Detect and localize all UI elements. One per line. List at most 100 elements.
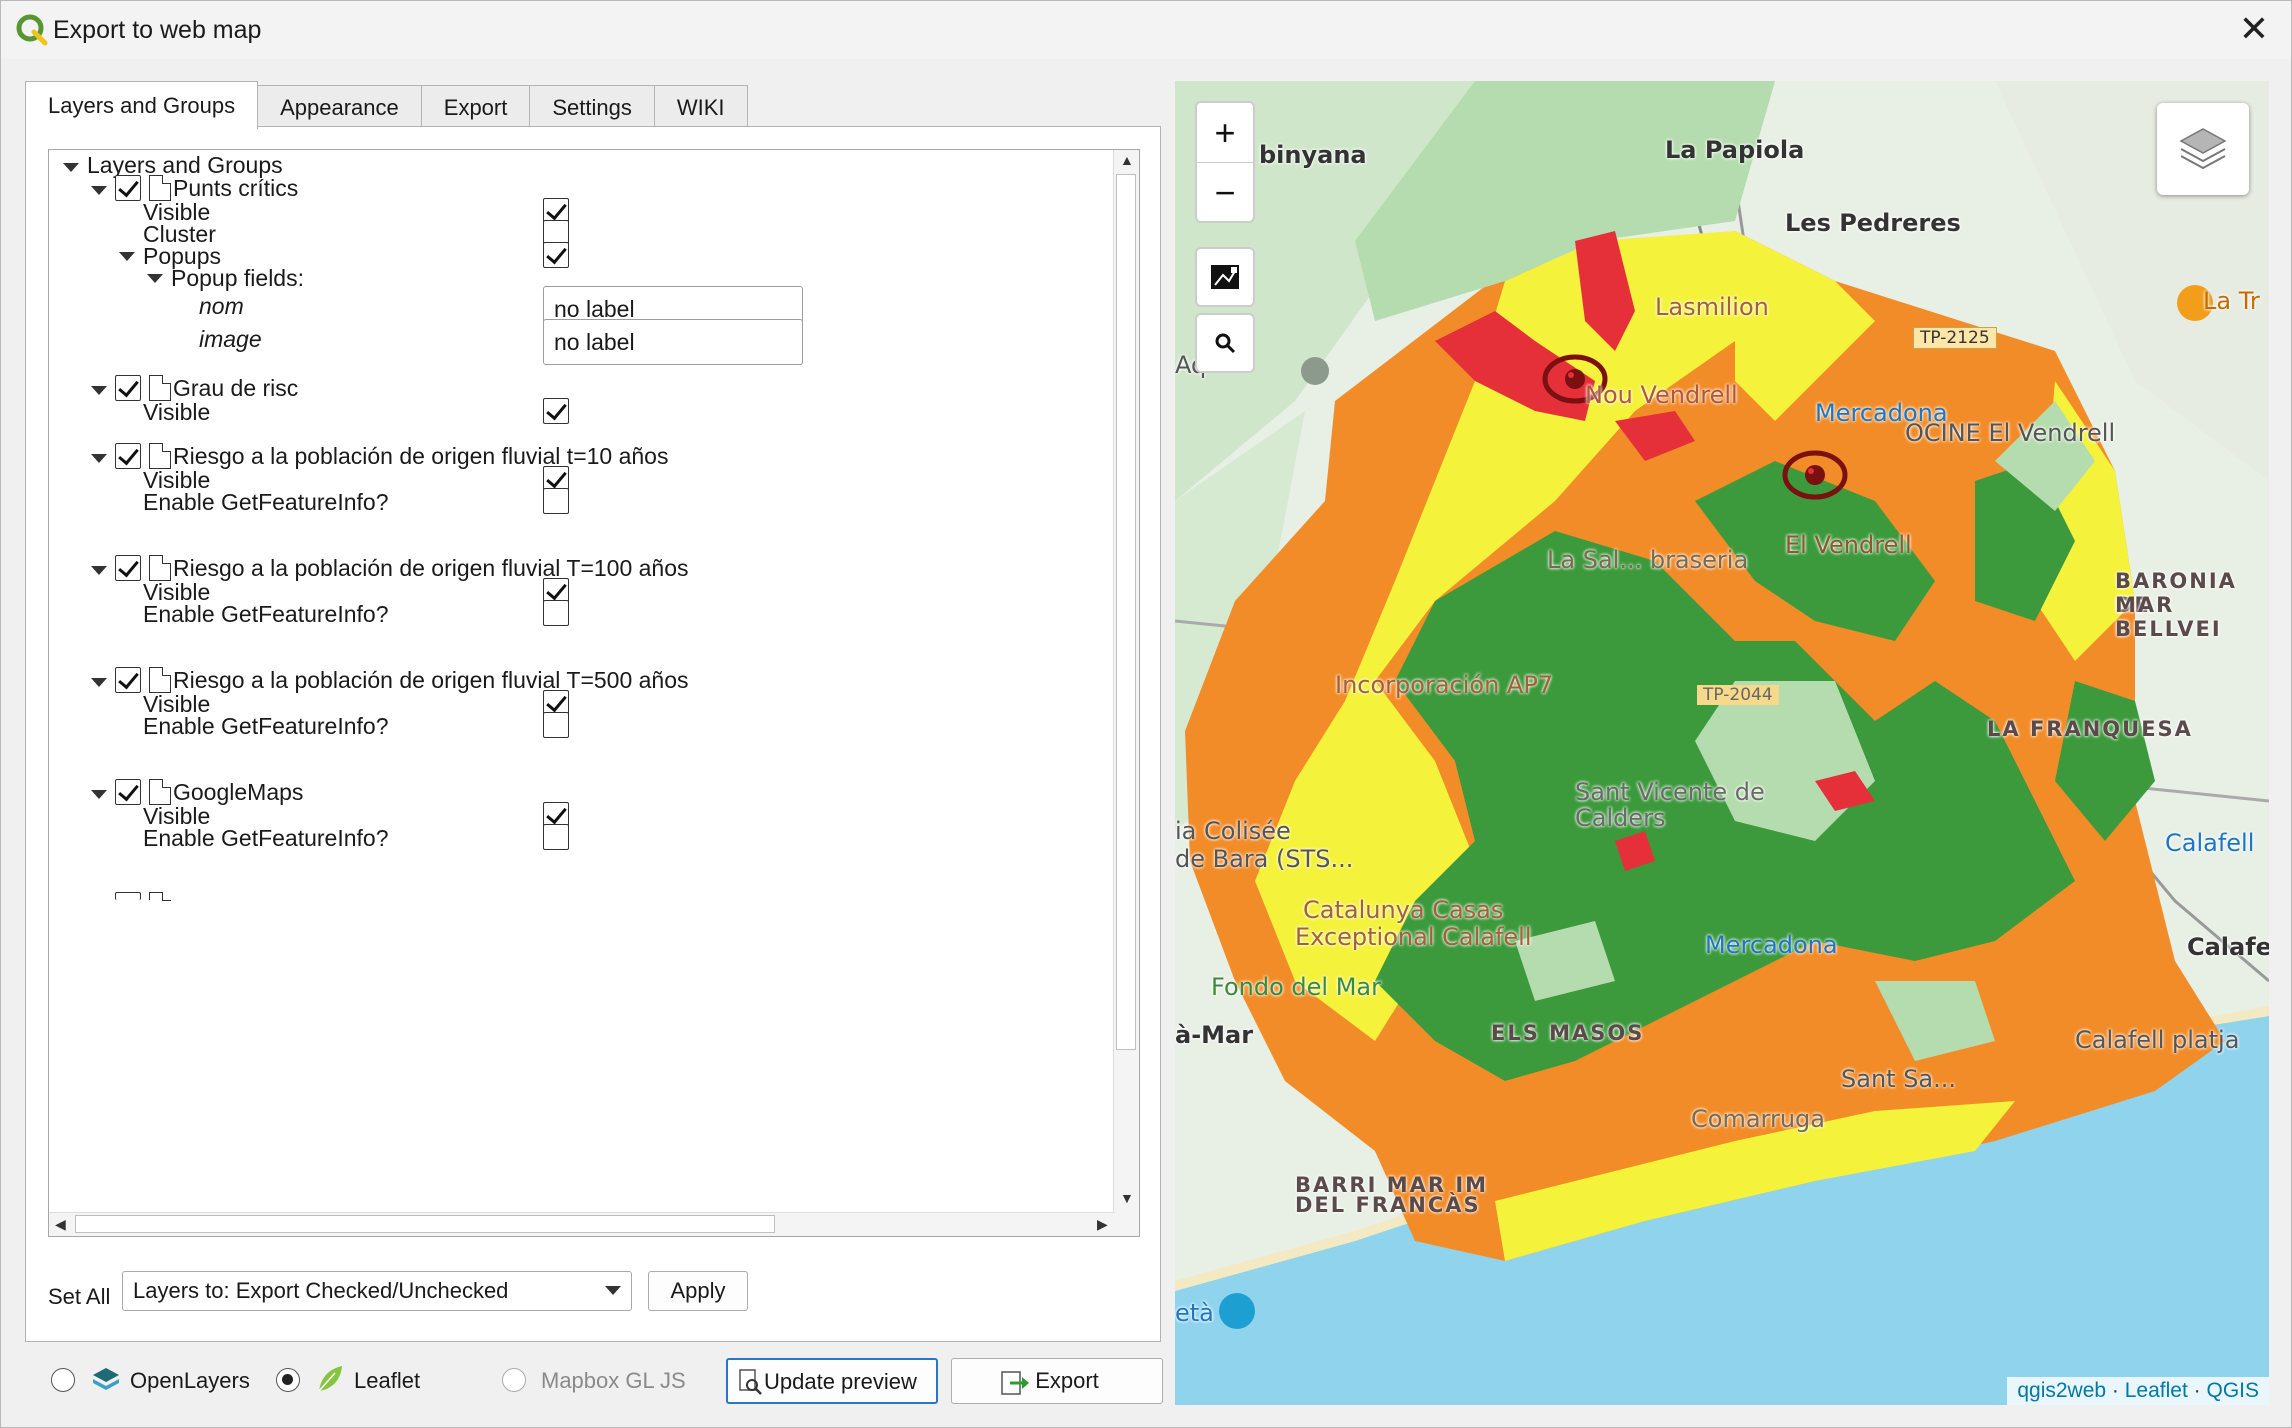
- search-icon: [1215, 333, 1236, 354]
- set-all-combo-value: Layers to: Export Checked/Unchecked: [133, 1278, 509, 1303]
- getfeatureinfo-checkbox[interactable]: [543, 600, 569, 626]
- visible-checkbox[interactable]: [543, 398, 569, 424]
- map-label: La Papiola: [1665, 136, 1805, 164]
- map-label: Calafe: [2187, 933, 2269, 961]
- map-label: Incorporación AP7: [1335, 671, 1554, 699]
- map-preview[interactable]: binyana La Papiola Les Pedreres La Tr Aq…: [1175, 81, 2269, 1405]
- map-label: età: [1175, 1299, 1214, 1327]
- scroll-right-arrow-icon[interactable]: ▶: [1097, 1216, 1108, 1233]
- scroll-down-arrow-icon[interactable]: ▼: [1120, 1190, 1134, 1206]
- map-label: de Bara (STS...: [1175, 845, 1354, 873]
- map-label: Les Pedreres: [1785, 209, 1961, 237]
- mapbox-label: Mapbox GL JS: [541, 1368, 686, 1393]
- search-button[interactable]: [1195, 313, 1255, 373]
- map-label: à-Mar: [1175, 1021, 1254, 1049]
- scrollbar-thumb[interactable]: [75, 1215, 775, 1233]
- fullscreen-button[interactable]: [1195, 247, 1255, 307]
- expand-layer-arrow-icon[interactable]: [91, 186, 107, 195]
- layer-checkbox[interactable]: [115, 175, 141, 201]
- openlayers-radio[interactable]: [51, 1368, 75, 1392]
- qgis-logo-icon: [16, 14, 48, 46]
- expand-layer-arrow-icon[interactable]: [91, 454, 107, 463]
- zoom-in-button[interactable]: +: [1197, 103, 1253, 162]
- scroll-left-arrow-icon[interactable]: ◀: [55, 1216, 66, 1233]
- map-label: Catalunya Casas: [1303, 896, 1504, 924]
- expand-layer-arrow-icon[interactable]: [91, 678, 107, 687]
- getfeatureinfo-label: Enable GetFeatureInfo?: [143, 489, 389, 515]
- layer-doc-icon: [149, 555, 171, 581]
- layer-checkbox[interactable]: [115, 779, 141, 805]
- map-label: ELS MASOS: [1491, 1021, 1645, 1045]
- expand-layer-arrow-icon[interactable]: [91, 386, 107, 395]
- layer-checkbox[interactable]: [115, 375, 141, 401]
- scroll-up-arrow-icon[interactable]: ▲: [1120, 152, 1134, 168]
- tab-settings[interactable]: Settings: [529, 85, 655, 129]
- layer-doc-icon: [149, 375, 171, 401]
- tab-wiki[interactable]: WIKI: [653, 85, 748, 129]
- close-button[interactable]: ✕: [2235, 11, 2273, 49]
- popup-field-name: image: [199, 326, 262, 352]
- layer-name: Riesgo a la población de origen fluvial …: [173, 555, 689, 581]
- layer-checkbox[interactable]: [115, 555, 141, 581]
- poi-icon: [1301, 357, 1329, 385]
- preview-icon: [739, 1369, 762, 1395]
- set-all-label: Set All: [48, 1284, 111, 1309]
- apply-button[interactable]: Apply: [648, 1271, 748, 1311]
- openlayers-logo-icon: [93, 1368, 119, 1390]
- tab-layers-and-groups[interactable]: Layers and Groups: [25, 81, 259, 129]
- window-title: Export to web map: [53, 16, 262, 44]
- layer-checkbox[interactable]: [115, 892, 141, 900]
- set-all-combo[interactable]: Layers to: Export Checked/Unchecked: [122, 1271, 632, 1311]
- layer-doc-icon: [149, 667, 171, 693]
- expand-popups-arrow-icon[interactable]: [119, 252, 135, 261]
- map-label: Sant Sa...: [1841, 1065, 1957, 1093]
- tree-horizontal-scrollbar[interactable]: ◀ ▶: [49, 1212, 1115, 1236]
- openlayers-label: OpenLayers: [130, 1368, 250, 1393]
- getfeatureinfo-label: Enable GetFeatureInfo?: [143, 825, 389, 851]
- map-attribution: qgis2web · Leaflet · QGIS: [2007, 1377, 2269, 1405]
- layer-name: Punts crítics: [173, 175, 299, 201]
- tab-bar: Layers and Groups Appearance Export Sett…: [25, 81, 748, 129]
- visible-label: Visible: [143, 399, 211, 425]
- getfeatureinfo-checkbox[interactable]: [543, 824, 569, 850]
- tab-export[interactable]: Export: [420, 85, 531, 129]
- camera-poi-icon: [1219, 1293, 1255, 1329]
- expand-layer-arrow-icon[interactable]: [91, 790, 107, 799]
- layers-control-button[interactable]: [2157, 103, 2249, 195]
- expand-popup-fields-arrow-icon[interactable]: [147, 274, 163, 283]
- popups-checkbox[interactable]: [543, 242, 569, 268]
- qgis-link[interactable]: QGIS: [2206, 1379, 2259, 1402]
- layer-doc-icon: [149, 892, 171, 901]
- popup-field-label-select[interactable]: no label: [543, 319, 803, 365]
- map-label: Sant Vicente de Calders: [1575, 778, 1765, 832]
- leaflet-link[interactable]: Leaflet: [2125, 1379, 2188, 1402]
- mapbox-radio[interactable]: [502, 1368, 526, 1392]
- export-icon: [1001, 1371, 1029, 1395]
- tab-appearance[interactable]: Appearance: [257, 85, 422, 129]
- layer-name: Grau de risc: [173, 375, 299, 401]
- getfeatureinfo-checkbox[interactable]: [543, 488, 569, 514]
- leaflet-radio[interactable]: [276, 1368, 300, 1392]
- layer-checkbox[interactable]: [115, 667, 141, 693]
- map-label: El Vendrell: [1785, 531, 1912, 559]
- map-label: La Sal... braseria: [1547, 546, 1749, 574]
- zoom-out-button[interactable]: −: [1197, 163, 1253, 222]
- export-button[interactable]: Export: [951, 1358, 1163, 1404]
- layer-doc-icon: [149, 443, 171, 469]
- update-preview-button[interactable]: Update preview: [726, 1358, 938, 1404]
- expand-layer-arrow-icon[interactable]: [91, 566, 107, 575]
- map-label: La Tr: [2203, 287, 2260, 315]
- layer-checkbox[interactable]: [115, 443, 141, 469]
- leaflet-logo-icon: [318, 1366, 342, 1392]
- layer-doc-icon: [149, 779, 171, 805]
- map-label: MAR BELLVEI: [2115, 593, 2222, 641]
- expand-root-arrow-icon[interactable]: [63, 163, 79, 172]
- tree-vertical-scrollbar[interactable]: ▲ ▼: [1113, 150, 1139, 1236]
- map-label: Fondo del Mar: [1211, 973, 1381, 1001]
- scrollbar-thumb[interactable]: [1116, 174, 1136, 1050]
- map-label: Nou Vendrell: [1585, 381, 1738, 409]
- qgis2web-link[interactable]: qgis2web: [2017, 1379, 2106, 1402]
- update-preview-label: Update preview: [764, 1369, 917, 1394]
- layer-name: Riesgo a la población de origen fluvial …: [173, 443, 669, 469]
- getfeatureinfo-checkbox[interactable]: [543, 712, 569, 738]
